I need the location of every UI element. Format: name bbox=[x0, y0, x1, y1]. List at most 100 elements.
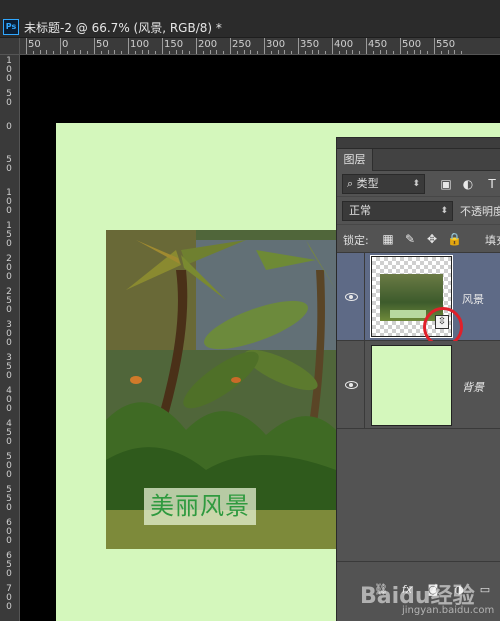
ruler-top-minor-tick bbox=[189, 51, 191, 54]
ruler-top-label: 300 bbox=[266, 39, 286, 50]
visibility-toggle[interactable] bbox=[337, 341, 365, 428]
ruler-top-minor-tick bbox=[32, 51, 34, 54]
ruler-top-minor-tick bbox=[318, 50, 320, 54]
ruler-top-minor-tick bbox=[413, 50, 415, 54]
ruler-top-label: 350 bbox=[300, 39, 320, 50]
ruler-top-minor-tick bbox=[134, 51, 136, 54]
jungle-photo-layer[interactable]: 美丽风景 bbox=[106, 230, 336, 549]
ruler-top-minor-tick bbox=[73, 50, 75, 54]
layer-name[interactable]: 风景 bbox=[462, 291, 484, 307]
layer-name[interactable]: 背景 bbox=[462, 379, 484, 395]
layer-filter-dropdown[interactable]: ⌕ 类型 ⬍ bbox=[342, 174, 425, 194]
ruler-top-minor-tick bbox=[216, 50, 218, 54]
ruler-top-minor-tick bbox=[454, 50, 456, 54]
ruler-top-label: 250 bbox=[232, 39, 252, 50]
ruler-top-label: 550 bbox=[436, 39, 456, 50]
ruler-left-label: 400 bbox=[6, 386, 12, 414]
image-filter-icon[interactable]: ▣ bbox=[439, 177, 453, 191]
ruler-top-minor-tick bbox=[304, 51, 306, 54]
watermark-url: jingyan.baidu.com bbox=[402, 605, 495, 616]
eye-icon[interactable] bbox=[345, 381, 358, 389]
ruler-top-minor-tick bbox=[243, 50, 245, 54]
layer-filter-row: ⌕ 类型 ⬍ ▣ ◐ T bbox=[337, 171, 500, 197]
blend-mode-dropdown[interactable]: 正常 ⬍ bbox=[342, 201, 453, 221]
ruler-left-label: 650 bbox=[6, 551, 12, 579]
ruler-top-minor-tick bbox=[87, 51, 89, 54]
photo-caption-text: 美丽风景 bbox=[144, 488, 256, 525]
ruler-top-major-tick bbox=[196, 38, 197, 54]
tab-layers[interactable]: 图层 bbox=[337, 149, 373, 171]
panel-header[interactable] bbox=[337, 138, 500, 149]
ruler-top-minor-tick bbox=[223, 51, 225, 54]
ruler-top-label: 50 bbox=[96, 39, 109, 50]
ruler-top-minor-tick bbox=[236, 51, 238, 54]
visibility-toggle[interactable] bbox=[337, 253, 365, 340]
ruler-top-major-tick bbox=[128, 38, 129, 54]
ruler-left-label: 350 bbox=[6, 353, 12, 381]
ruler-top-minor-tick bbox=[420, 50, 422, 54]
vertical-ruler[interactable]: 1005005010015020025030035040045050055060… bbox=[0, 55, 20, 621]
ruler-top-minor-tick bbox=[66, 51, 68, 54]
ruler-left-label: 50 bbox=[6, 89, 12, 108]
type-filter-icon[interactable]: T bbox=[485, 177, 499, 191]
photoshop-logo-icon: Ps bbox=[3, 19, 19, 35]
ruler-top-major-tick bbox=[264, 38, 265, 54]
ruler-top-minor-tick bbox=[311, 50, 313, 54]
updown-arrow-icon: ⬍ bbox=[440, 206, 448, 216]
ruler-left-label: 0 bbox=[6, 122, 12, 132]
updown-arrow-icon: ⬍ bbox=[412, 179, 420, 189]
horizontal-ruler[interactable]: 50 0 50 100 150 200 250 300 350 400 450 500 550 bbox=[20, 38, 500, 55]
ruler-top-minor-tick bbox=[209, 50, 211, 54]
ruler-top-minor-tick bbox=[175, 50, 177, 54]
blend-row: 正常 ⬍ 不透明度 bbox=[337, 197, 500, 225]
filter-type-label: 类型 bbox=[356, 177, 379, 190]
ruler-left-label: 550 bbox=[6, 485, 12, 513]
lock-all-padlock-icon[interactable]: 🔒 bbox=[447, 232, 462, 246]
ruler-top-minor-tick bbox=[284, 50, 286, 54]
lock-image-pixels-brush-icon[interactable]: ✎ bbox=[403, 232, 417, 246]
ruler-top-minor-tick bbox=[39, 50, 41, 54]
opacity-label: 不透明度 bbox=[460, 205, 500, 218]
ruler-top-major-tick bbox=[298, 38, 299, 54]
ruler-top-label: 200 bbox=[198, 39, 218, 50]
ruler-top-minor-tick bbox=[182, 50, 184, 54]
lock-transparent-pixels-icon[interactable]: ▦ bbox=[381, 232, 395, 246]
ruler-top-label: 500 bbox=[402, 39, 422, 50]
document-tab-title[interactable]: 未标题-2 @ 66.7% (风景, RGB/8) * bbox=[24, 19, 222, 36]
ruler-top-minor-tick bbox=[100, 51, 102, 54]
ruler-top-minor-tick bbox=[440, 51, 442, 54]
layer-row-background[interactable]: 背景 bbox=[337, 341, 500, 429]
ruler-top-major-tick bbox=[332, 38, 333, 54]
ruler-corner[interactable] bbox=[0, 38, 20, 55]
ruler-top-major-tick bbox=[230, 38, 231, 54]
ruler-top-minor-tick bbox=[53, 51, 55, 54]
ruler-top-label: 0 bbox=[62, 39, 69, 50]
ruler-top-minor-tick bbox=[107, 50, 109, 54]
ruler-top-major-tick bbox=[94, 38, 95, 54]
ruler-left-label: 700 bbox=[6, 584, 12, 612]
search-icon: ⌕ bbox=[347, 177, 354, 190]
adjustment-filter-icon[interactable]: ◐ bbox=[461, 177, 475, 191]
ruler-top-minor-tick bbox=[427, 51, 429, 54]
ruler-top-minor-tick bbox=[338, 51, 340, 54]
ruler-top-minor-tick bbox=[291, 51, 293, 54]
ruler-top-major-tick bbox=[434, 38, 435, 54]
ruler-top-minor-tick bbox=[148, 50, 150, 54]
layer-row-scenery[interactable]: ⇳ 风景 bbox=[337, 253, 500, 347]
ruler-left-label: 100 bbox=[6, 188, 12, 216]
layers-panel: 图层 ⌕ 类型 ⬍ ▣ ◐ T 正常 ⬍ 不透明度 锁定: ▦ ✎ ✥ 🔒 填充 bbox=[336, 137, 500, 621]
title-bar: Ps 未标题-2 @ 66.7% (风景, RGB/8) * bbox=[0, 0, 500, 38]
ruler-top-minor-tick bbox=[270, 51, 272, 54]
ruler-top-minor-tick bbox=[345, 50, 347, 54]
layer-thumbnail[interactable] bbox=[371, 345, 452, 426]
lock-position-move-icon[interactable]: ✥ bbox=[425, 232, 439, 246]
ruler-top-minor-tick bbox=[121, 51, 123, 54]
ruler-left-label: 150 bbox=[6, 221, 12, 249]
ruler-left-label: 500 bbox=[6, 452, 12, 480]
eye-icon[interactable] bbox=[345, 293, 358, 301]
ruler-top-label: 450 bbox=[368, 39, 388, 50]
ruler-top-minor-tick bbox=[393, 51, 395, 54]
ruler-top-minor-tick bbox=[359, 51, 361, 54]
ruler-top-minor-tick bbox=[46, 50, 48, 54]
ruler-top-minor-tick bbox=[325, 51, 327, 54]
